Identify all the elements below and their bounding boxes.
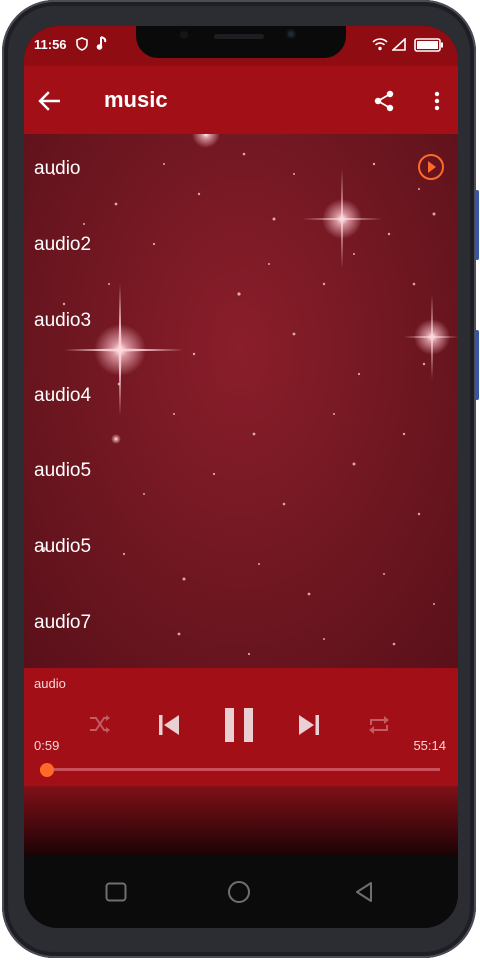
pause-button[interactable] [218, 704, 260, 746]
system-nav-bar [24, 856, 458, 928]
earpiece-speaker [214, 34, 264, 39]
pause-icon [225, 708, 253, 742]
track-title: audio2 [34, 234, 92, 255]
battery-icon [414, 38, 443, 52]
screen: 11:56 music audio audio2 audio3 audio4 a… [24, 26, 458, 928]
shuffle-button[interactable] [84, 708, 116, 740]
recents-button[interactable] [100, 876, 132, 908]
share-button[interactable] [366, 83, 402, 119]
app-bar: music [24, 66, 458, 134]
front-camera [286, 29, 296, 39]
home-button[interactable] [223, 876, 255, 908]
list-item[interactable]: audio [24, 134, 458, 210]
back-nav-button[interactable] [348, 876, 380, 908]
track-title: audio5 [34, 460, 92, 481]
list-item[interactable]: audio3 [24, 286, 458, 362]
music-note-icon [96, 36, 107, 50]
list-item[interactable]: audio2 [24, 210, 458, 286]
arrow-left-icon [38, 91, 60, 111]
repeat-icon [369, 716, 389, 734]
track-title: audio [34, 158, 81, 179]
status-time: 11:56 [34, 37, 67, 52]
signal-icon [392, 38, 406, 51]
elapsed-time: 0:59 [34, 738, 60, 753]
sensor-dot [180, 31, 188, 39]
list-item[interactable]: audio5 [24, 512, 458, 588]
recents-icon [105, 882, 127, 902]
phone-frame: 11:56 music audio audio2 audio3 audio4 a… [2, 0, 479, 958]
more-vertical-icon [434, 91, 440, 111]
list-item[interactable]: audio5 [24, 436, 458, 512]
track-title: audio4 [34, 385, 92, 406]
play-circle-icon[interactable] [418, 154, 444, 180]
repeat-button[interactable] [362, 708, 396, 742]
triangle-back-icon [356, 882, 372, 902]
power-button [475, 330, 479, 400]
more-options-button[interactable] [422, 83, 452, 119]
next-button[interactable] [292, 708, 326, 742]
total-duration: 55:14 [413, 738, 446, 753]
home-icon [228, 881, 250, 903]
previous-button[interactable] [152, 708, 186, 742]
seek-bar[interactable] [40, 768, 440, 771]
player-panel: audio 0:59 55:14 [24, 668, 458, 786]
skip-previous-icon [159, 715, 179, 735]
track-list: audio audio2 audio3 audio4 audio5 audio5… [24, 134, 458, 668]
track-title: audio5 [34, 536, 92, 557]
back-button[interactable] [32, 84, 66, 118]
track-title: audio7 [34, 612, 92, 633]
shuffle-icon [90, 715, 110, 733]
bottom-area [24, 786, 458, 856]
skip-next-icon [299, 715, 319, 735]
track-title: audio3 [34, 310, 92, 331]
shield-icon [76, 37, 88, 51]
list-item[interactable]: audio7 [24, 588, 458, 664]
share-icon [374, 90, 394, 112]
camera-notch [136, 26, 346, 58]
seek-thumb[interactable] [40, 763, 55, 777]
volume-button [475, 190, 479, 260]
wifi-icon [372, 38, 388, 51]
list-item[interactable]: audio4 [24, 361, 458, 437]
page-title: music [104, 87, 168, 112]
now-playing-title: audio [34, 676, 66, 691]
